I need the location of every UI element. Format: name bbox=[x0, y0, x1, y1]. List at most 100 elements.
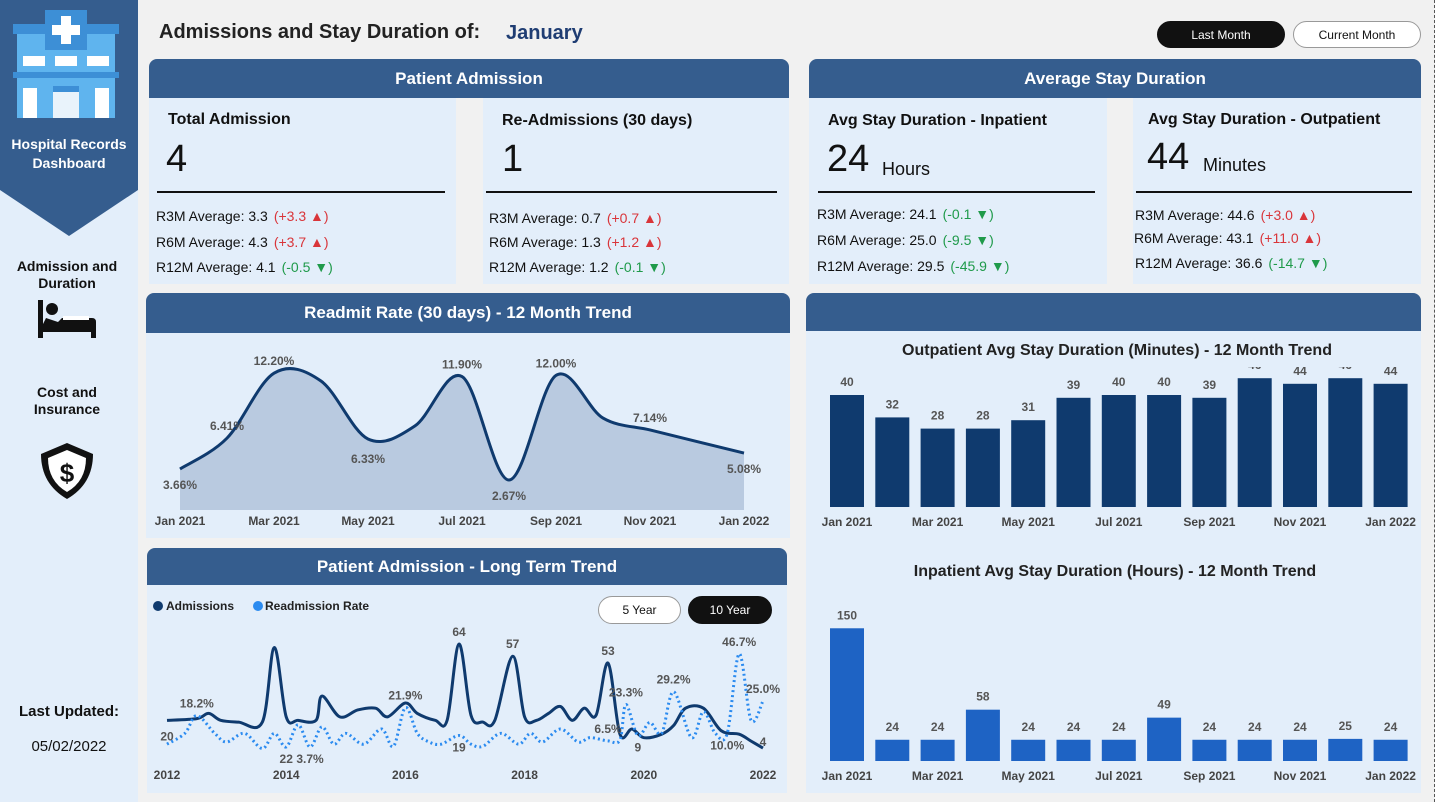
bar-value-label: 24 bbox=[1203, 720, 1217, 734]
bar-value-label: 24 bbox=[1022, 720, 1036, 734]
readmission-data-label: 23.3% bbox=[609, 686, 643, 700]
readmit-data-label: 2.67% bbox=[492, 489, 526, 503]
inpatient-chart-title: Inpatient Avg Stay Duration (Hours) - 12… bbox=[913, 563, 1317, 580]
bar-x-tick: Mar 2021 bbox=[912, 769, 964, 783]
bar-value-label: 150 bbox=[837, 608, 857, 622]
readmit-chart-header: Readmit Rate (30 days) - 12 Month Trend bbox=[146, 293, 790, 333]
longterm-x-tick: 2022 bbox=[750, 768, 777, 782]
bar bbox=[1011, 739, 1046, 761]
stat-r6m: R6M Average: 43.1 (+11.0 ▲) bbox=[1134, 230, 1322, 246]
kpi-value: 24 bbox=[827, 138, 870, 180]
bar-value-label: 24 bbox=[931, 720, 945, 734]
legend-admissions: Admissions bbox=[166, 599, 234, 613]
readmit-data-label: 7.14% bbox=[633, 411, 667, 425]
stat-r12m: R12M Average: 36.6 (-14.7 ▼) bbox=[1135, 255, 1328, 271]
readmit-area bbox=[180, 368, 744, 510]
bed-icon[interactable] bbox=[36, 300, 98, 340]
readmission-data-label: 18.2% bbox=[180, 697, 214, 711]
readmission-data-label: 22 bbox=[280, 752, 294, 766]
legend-readmission: Readmission Rate bbox=[265, 599, 369, 613]
kpi-title: Avg Stay Duration - Inpatient bbox=[828, 112, 1047, 129]
bar-x-tick: May 2021 bbox=[1002, 769, 1056, 783]
stat-r3m: R3M Average: 44.6 (+3.0 ▲) bbox=[1135, 207, 1316, 223]
readmit-x-tick: Nov 2021 bbox=[624, 514, 677, 528]
bar bbox=[1192, 397, 1227, 507]
selected-month: January bbox=[506, 22, 583, 44]
bar bbox=[875, 417, 910, 507]
bar-x-tick: Mar 2021 bbox=[912, 515, 964, 529]
last-updated-label: Last Updated: bbox=[18, 703, 119, 720]
readmit-data-label: 12.20% bbox=[254, 354, 295, 368]
kpi-unit: Minutes bbox=[1203, 155, 1267, 175]
bar-x-tick: Jul 2021 bbox=[1095, 515, 1143, 529]
sidebar-title: Hospital Records Dashboard bbox=[11, 136, 127, 171]
inpatient-stay-card: Avg Stay Duration - Inpatient 24 Hours R… bbox=[809, 98, 1107, 284]
outpatient-bar-chart: 40 Jan 2021 32 28 Mar 2021 28 31 May 2021 39 40 Ju… bbox=[822, 367, 1417, 529]
bar bbox=[1373, 383, 1408, 507]
5-year-toggle[interactable]: 5 Year bbox=[598, 596, 681, 624]
readmit-x-tick: May 2021 bbox=[341, 514, 395, 528]
divider bbox=[486, 191, 777, 193]
bar-value-label: 44 bbox=[1293, 367, 1307, 378]
admissions-line bbox=[166, 642, 764, 750]
bar bbox=[875, 739, 910, 761]
longterm-x-tick: 2018 bbox=[511, 768, 538, 782]
bar-x-tick: Nov 2021 bbox=[1274, 769, 1327, 783]
readmit-rate-chart: 3.66% 6.41% 12.20% 6.33% 11.90% 2.67% 12.00% 7.… bbox=[155, 354, 770, 528]
stat-r6m: R6M Average: 25.0 (-9.5 ▼) bbox=[817, 232, 994, 248]
readmissions-card: Re-Admissions (30 days) 1 R3M Average: 0… bbox=[483, 98, 789, 284]
longterm-x-tick: 2020 bbox=[630, 768, 657, 782]
10-year-toggle[interactable]: 10 Year bbox=[688, 596, 772, 624]
bar bbox=[1147, 395, 1182, 507]
bar bbox=[920, 739, 955, 761]
admissions-data-label: 53 bbox=[601, 644, 615, 658]
kpi-value: 4 bbox=[166, 138, 188, 180]
nav-cost-insurance[interactable]: Cost and Insurance bbox=[4, 384, 130, 418]
longterm-x-tick: 2014 bbox=[273, 768, 300, 782]
bar-value-label: 24 bbox=[1384, 720, 1398, 734]
last-month-button[interactable]: Last Month bbox=[1157, 21, 1285, 48]
admissions-data-label: 64 bbox=[452, 625, 466, 639]
logo-block: Hospital Records Dashboard bbox=[0, 0, 138, 236]
kpi-value: 44 bbox=[1147, 136, 1190, 178]
readmit-x-tick: Jan 2021 bbox=[155, 514, 206, 528]
nav-admission-duration[interactable]: Admission and Duration bbox=[4, 258, 130, 292]
bar-value-label: 24 bbox=[1248, 720, 1262, 734]
bar bbox=[1283, 739, 1317, 761]
kpi-title: Avg Stay Duration - Outpatient bbox=[1148, 111, 1381, 128]
longterm-x-tick: 2012 bbox=[154, 768, 181, 782]
stat-r3m: R3M Average: 24.1 (-0.1 ▼) bbox=[817, 206, 994, 222]
bar-value-label: 24 bbox=[1067, 720, 1081, 734]
last-updated-value: 05/02/2022 bbox=[31, 738, 107, 755]
bar-value-label: 32 bbox=[886, 397, 900, 411]
bar-x-tick: Jan 2022 bbox=[1365, 769, 1416, 783]
legend-admissions-marker bbox=[153, 601, 163, 611]
readmission-data-label: 19 bbox=[452, 741, 466, 755]
bar-value-label: 40 bbox=[840, 375, 854, 389]
bar-value-label: 28 bbox=[931, 409, 945, 423]
duration-trend-card: Outpatient Avg Stay Duration (Minutes) -… bbox=[806, 331, 1421, 793]
bar bbox=[1101, 739, 1136, 761]
bar bbox=[1328, 378, 1363, 507]
bar bbox=[920, 428, 955, 507]
readmission-data-label: 29.2% bbox=[657, 673, 691, 687]
bar bbox=[1237, 739, 1272, 761]
readmit-data-label: 11.90% bbox=[442, 358, 482, 372]
outpatient-stay-card: Avg Stay Duration - Outpatient 44 Minute… bbox=[1133, 98, 1421, 284]
readmission-data-label: 21.9% bbox=[388, 689, 422, 703]
svg-text:$: $ bbox=[60, 458, 75, 488]
divider bbox=[157, 191, 445, 193]
bar-x-tick: May 2021 bbox=[1002, 515, 1056, 529]
stat-r12m: R12M Average: 1.2 (-0.1 ▼) bbox=[489, 259, 666, 275]
average-stay-header: Average Stay Duration bbox=[809, 59, 1421, 98]
bar bbox=[1237, 378, 1272, 507]
bar-x-tick: Nov 2021 bbox=[1274, 515, 1327, 529]
shield-dollar-icon[interactable]: $ bbox=[37, 440, 97, 502]
bar-x-tick: Jul 2021 bbox=[1095, 769, 1143, 783]
kpi-unit: Hours bbox=[882, 159, 931, 179]
bar-value-label: 31 bbox=[1022, 400, 1036, 414]
divider bbox=[1136, 191, 1412, 193]
current-month-button[interactable]: Current Month bbox=[1293, 21, 1421, 48]
readmission-data-label: 46.7% bbox=[722, 635, 756, 649]
bar-value-label: 24 bbox=[1112, 720, 1126, 734]
